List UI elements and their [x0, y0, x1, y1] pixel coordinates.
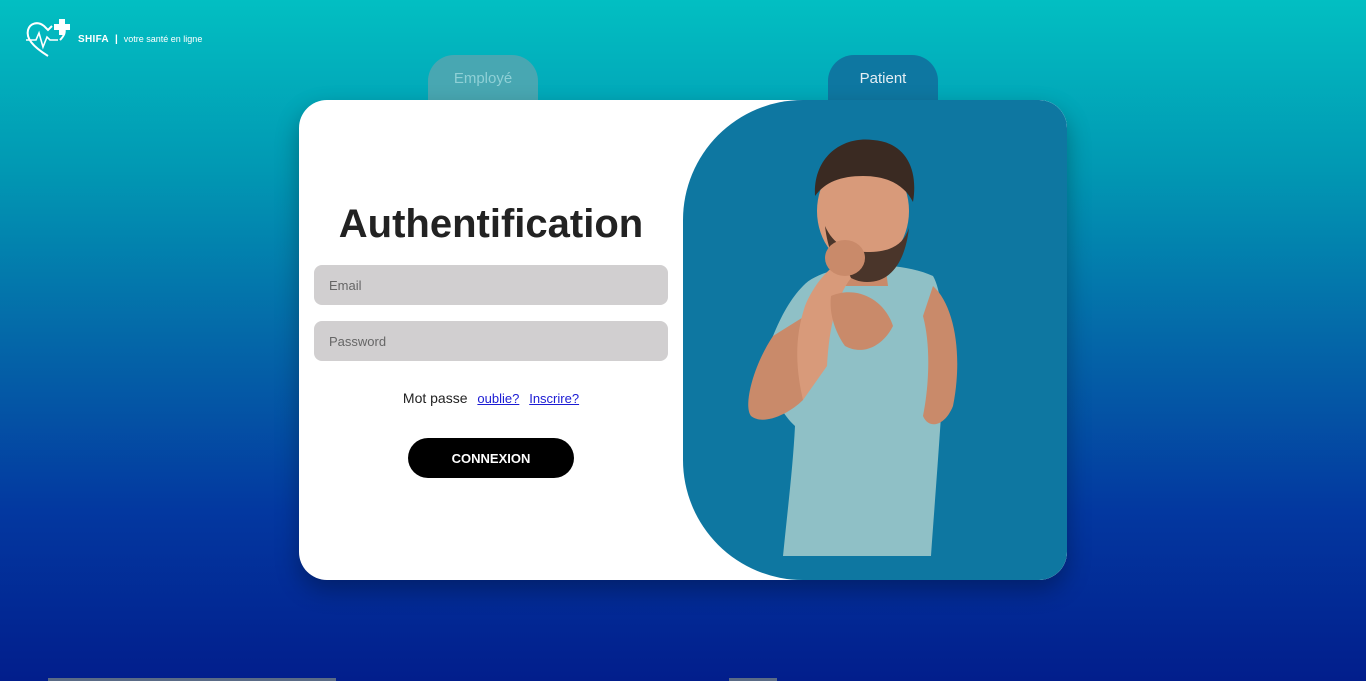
app-logo[interactable]: SHIFA | votre santé en ligne [24, 18, 202, 60]
tab-employe[interactable]: Employé [428, 55, 538, 103]
connexion-button[interactable]: CONNEXION [408, 438, 574, 478]
heart-pulse-cross-icon [26, 19, 70, 57]
coughing-man-illustration [748, 139, 958, 556]
page-title: Authentification [338, 202, 644, 246]
forgot-password-link[interactable]: oublie? [477, 391, 519, 406]
account-links: Mot passe oublie? Inscrire? [299, 390, 683, 406]
tab-patient[interactable]: Patient [828, 55, 938, 103]
password-field[interactable] [314, 321, 668, 361]
illustration-panel [683, 100, 1067, 580]
email-field[interactable] [314, 265, 668, 305]
forgot-prefix: Mot passe [402, 390, 468, 406]
login-card: Authentification Mot passe oublie? Inscr… [299, 100, 1067, 580]
brand-tagline: votre santé en ligne [123, 34, 203, 44]
register-link[interactable]: Inscrire? [529, 391, 579, 406]
brand-name: SHIFA [78, 33, 109, 45]
brand-separator: | [114, 33, 118, 45]
